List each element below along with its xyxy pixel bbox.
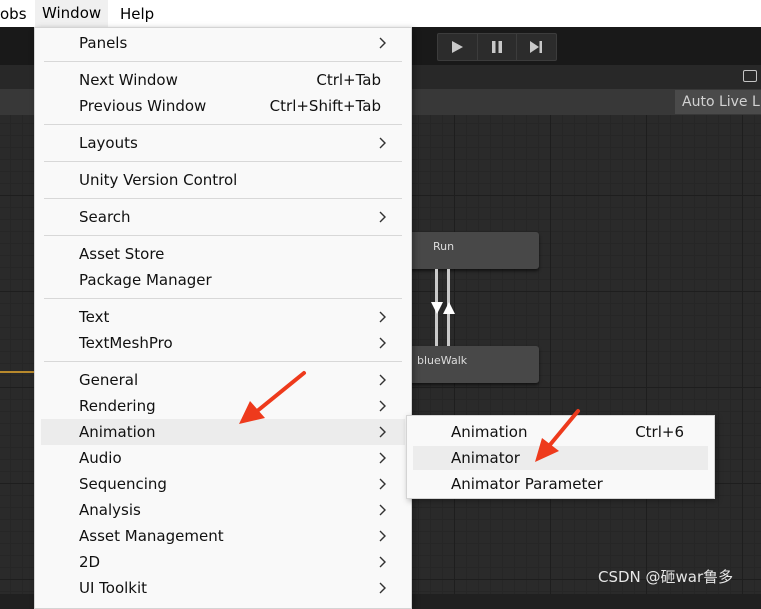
chevron-right-icon	[379, 556, 386, 568]
transition-arrows-icon	[431, 302, 455, 314]
menu-item-label: Unity Version Control	[79, 171, 238, 189]
play-button[interactable]	[438, 34, 476, 60]
menu-item-label: Next Window	[79, 71, 178, 89]
menu-item-layouts[interactable]: Layouts	[41, 130, 405, 156]
menu-item-next-window[interactable]: Next Window Ctrl+Tab	[41, 67, 405, 93]
menu-item-ui-toolkit[interactable]: UI Toolkit	[41, 575, 405, 601]
menubar-jobs[interactable]: obs	[0, 5, 27, 23]
menu-item-label: Animator Parameter	[451, 475, 603, 493]
submenu-item-animator-parameter[interactable]: Animator Parameter	[413, 472, 708, 496]
chevron-right-icon	[379, 400, 386, 412]
auto-live-link-toggle[interactable]: Auto Live L	[675, 90, 761, 114]
menu-item-animation[interactable]: Animation	[41, 419, 405, 445]
menu-item-label: Animation	[451, 423, 528, 441]
chevron-right-icon	[379, 37, 386, 49]
menu-item-label: Layouts	[79, 134, 138, 152]
menu-item-shortcut: Ctrl+Shift+Tab	[269, 97, 381, 115]
menu-separator	[44, 198, 402, 199]
transition-highlight-line	[0, 371, 34, 373]
chevron-right-icon	[379, 426, 386, 438]
menu-item-label: Asset Store	[79, 245, 165, 263]
chevron-right-icon	[379, 530, 386, 542]
menu-separator	[44, 124, 402, 125]
menu-item-textmeshpro[interactable]: TextMeshPro	[41, 330, 405, 356]
menubar-help[interactable]: Help	[120, 5, 154, 23]
animation-submenu: Animation Ctrl+6 Animator Animator Param…	[406, 415, 715, 499]
menu-item-label: 2D	[79, 553, 101, 571]
state-node-bluewalk[interactable]: blueWalk	[404, 346, 539, 383]
menubar-window[interactable]: Window	[35, 0, 109, 27]
menu-item-asset-management[interactable]: Asset Management	[41, 523, 405, 549]
chevron-right-icon	[379, 311, 386, 323]
menu-item-previous-window[interactable]: Previous Window Ctrl+Shift+Tab	[41, 93, 405, 119]
menu-item-label: Panels	[79, 34, 128, 52]
menu-separator	[44, 161, 402, 162]
chevron-right-icon	[379, 211, 386, 223]
menu-separator	[44, 298, 402, 299]
lock-icon[interactable]	[743, 70, 757, 82]
menu-item-asset-store[interactable]: Asset Store	[41, 241, 405, 267]
menu-item-label: Audio	[79, 449, 122, 467]
chevron-right-icon	[379, 504, 386, 516]
menu-bar: obs Window Help	[0, 0, 761, 27]
step-icon	[530, 41, 542, 53]
chevron-right-icon	[379, 337, 386, 349]
window-menu: Panels Next Window Ctrl+Tab Previous Win…	[34, 27, 412, 609]
menu-item-label: Asset Management	[79, 527, 224, 545]
chevron-right-icon	[379, 582, 386, 594]
menu-item-search[interactable]: Search	[41, 204, 405, 230]
state-node-run[interactable]: Run	[404, 232, 539, 269]
play-icon	[452, 41, 463, 53]
chevron-right-icon	[379, 374, 386, 386]
menu-item-label: General	[79, 371, 139, 389]
menu-item-package-manager[interactable]: Package Manager	[41, 267, 405, 293]
menu-item-label: Animator	[451, 449, 520, 467]
submenu-item-animation[interactable]: Animation Ctrl+6	[413, 420, 708, 444]
menu-item-analysis[interactable]: Analysis	[41, 497, 405, 523]
menu-separator	[44, 235, 402, 236]
state-label: blueWalk	[417, 354, 468, 367]
pause-button[interactable]	[477, 34, 517, 60]
menu-item-shortcut: Ctrl+Tab	[316, 71, 381, 89]
watermark: CSDN @砸war鲁多	[598, 568, 734, 586]
menu-separator	[44, 361, 402, 362]
menu-item-general[interactable]: General	[41, 367, 405, 393]
menu-item-label: TextMeshPro	[79, 334, 173, 352]
menu-item-label: Sequencing	[79, 475, 167, 493]
menu-item-panels[interactable]: Panels	[41, 30, 405, 56]
menu-item-label: Package Manager	[79, 271, 212, 289]
menu-item-label: Previous Window	[79, 97, 207, 115]
chevron-right-icon	[379, 478, 386, 490]
pause-icon	[492, 41, 502, 53]
submenu-item-animator[interactable]: Animator	[413, 446, 708, 470]
menu-item-label: Animation	[79, 423, 156, 441]
menu-item-text[interactable]: Text	[41, 304, 405, 330]
menu-item-rendering[interactable]: Rendering	[41, 393, 405, 419]
chevron-right-icon	[379, 137, 386, 149]
menu-item-2d[interactable]: 2D	[41, 549, 405, 575]
play-controls	[437, 33, 557, 61]
menu-item-sequencing[interactable]: Sequencing	[41, 471, 405, 497]
menu-item-label: Rendering	[79, 397, 156, 415]
menu-item-label: Analysis	[79, 501, 141, 519]
state-label: Run	[433, 240, 455, 253]
menu-item-label: UI Toolkit	[79, 579, 148, 597]
menu-item-shortcut: Ctrl+6	[635, 423, 684, 441]
menu-item-label: Search	[79, 208, 131, 226]
menu-item-unity-version-control[interactable]: Unity Version Control	[41, 167, 405, 193]
menu-separator	[44, 61, 402, 62]
menu-item-label: Text	[79, 308, 110, 326]
step-button[interactable]	[517, 34, 555, 60]
menu-item-audio[interactable]: Audio	[41, 445, 405, 471]
chevron-right-icon	[379, 452, 386, 464]
